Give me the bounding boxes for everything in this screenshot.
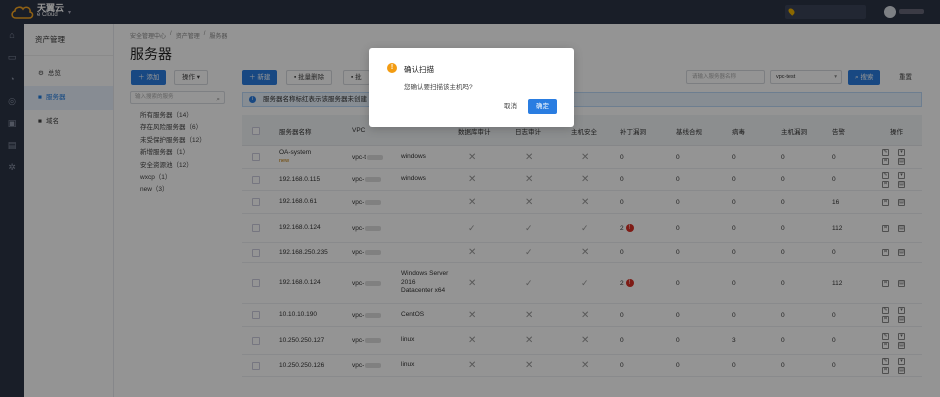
cancel-button[interactable]: 取消 bbox=[496, 99, 525, 114]
warning-icon: ! bbox=[387, 63, 397, 73]
confirm-scan-dialog: ! 确认扫描 您确认要扫描该主机吗? 取消 确定 bbox=[369, 48, 574, 127]
dialog-message: 您确认要扫描该主机吗? bbox=[404, 84, 473, 91]
dialog-title: 确认扫描 bbox=[404, 65, 434, 74]
confirm-button[interactable]: 确定 bbox=[528, 99, 557, 114]
